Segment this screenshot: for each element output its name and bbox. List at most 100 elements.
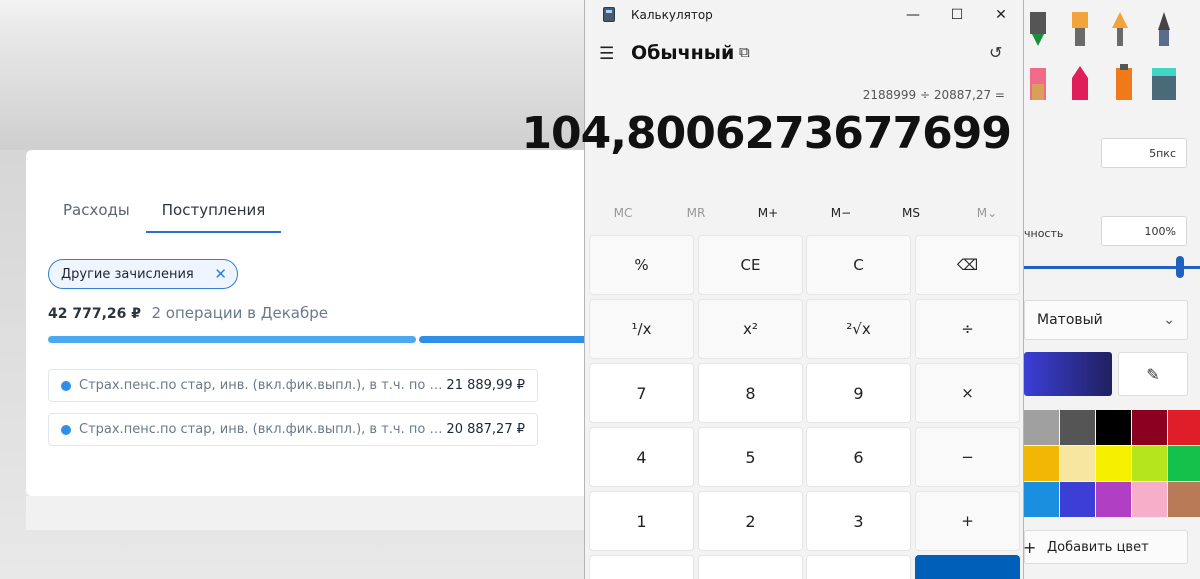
clear-button[interactable]: C — [806, 235, 911, 295]
key-2-button[interactable]: 2 — [698, 491, 803, 551]
tab-expenses[interactable]: Расходы — [63, 201, 130, 233]
expression: 2188999 ÷ 20887,27 = — [862, 88, 1005, 102]
close-button[interactable]: ✕ — [981, 3, 1021, 27]
palette-swatch[interactable] — [1132, 482, 1167, 517]
backspace-button[interactable]: ⌫ — [915, 235, 1020, 295]
key-5-button[interactable]: 5 — [698, 427, 803, 487]
reciprocal-button[interactable]: ¹∕x — [589, 299, 694, 359]
palette-swatch[interactable] — [1096, 410, 1131, 445]
palette-swatch[interactable] — [1096, 446, 1131, 481]
crayon-icon[interactable] — [1072, 66, 1088, 100]
operation-description: Страх.пенс.по стар, инв. (вкл.фик.выпл.)… — [79, 422, 443, 437]
palette-swatch[interactable] — [1024, 410, 1059, 445]
ce-button[interactable]: CE — [698, 235, 803, 295]
plus-icon: + — [1023, 537, 1037, 557]
add-color-label: Добавить цвет — [1047, 539, 1149, 555]
key-6-button[interactable]: 6 — [806, 427, 911, 487]
marker-icon[interactable] — [1030, 68, 1046, 100]
summary-amount: 42 777,26 ₽ — [48, 306, 141, 322]
palette-swatch[interactable] — [1096, 482, 1131, 517]
decimal-button[interactable] — [806, 555, 911, 579]
calligraphy-pen-icon[interactable] — [1030, 12, 1046, 46]
memory-list-button[interactable]: M⌄ — [951, 206, 1023, 220]
palette-swatch[interactable] — [1168, 410, 1200, 445]
texture-select-value: Матовый — [1037, 312, 1103, 328]
spray-icon[interactable] — [1116, 64, 1132, 100]
filter-chip-label: Другие зачисления — [61, 266, 194, 282]
palette-swatch[interactable] — [1132, 410, 1167, 445]
brush-tools — [1030, 12, 1176, 100]
mr-button[interactable]: MR — [660, 206, 732, 220]
palette-swatch[interactable] — [1168, 446, 1200, 481]
brush-icon[interactable] — [1072, 12, 1088, 46]
operation-description: Страх.пенс.по стар, инв. (вкл.фик.выпл.)… — [79, 378, 443, 393]
mc-button[interactable]: MC — [587, 206, 659, 220]
calculator-window: Калькулятор — ☐ ✕ ☰ Обычный ⧉ ↺ 2188999 … — [521, 0, 1024, 579]
opacity-slider[interactable] — [1022, 266, 1200, 269]
palette-swatch[interactable] — [1168, 482, 1200, 517]
key-7-button[interactable]: 7 — [589, 363, 694, 423]
chevron-down-icon: ⌄ — [1163, 312, 1175, 328]
palette-swatch[interactable] — [1024, 446, 1059, 481]
add-button[interactable]: + — [915, 491, 1020, 551]
subtract-button[interactable]: − — [915, 427, 1020, 487]
income-tabs: Расходы Поступления — [63, 201, 313, 233]
sqrt-button[interactable]: ²√x — [806, 299, 911, 359]
history-icon[interactable]: ↺ — [989, 43, 1002, 62]
size-input[interactable]: 5пкс — [1101, 138, 1187, 168]
browser-background — [0, 0, 600, 150]
eyedropper-icon[interactable]: ✎ — [1118, 352, 1188, 396]
palette-swatch[interactable] — [1060, 410, 1095, 445]
card-footer — [26, 496, 606, 530]
progress-segment — [419, 336, 589, 343]
hamburger-menu-icon[interactable]: ☰ — [599, 44, 614, 64]
m-minus-button[interactable]: M− — [805, 206, 877, 220]
summary-operations: 2 операции в Декабре — [151, 304, 328, 322]
progress-segment — [48, 336, 416, 343]
key-0-button[interactable] — [698, 555, 803, 579]
square-button[interactable]: x² — [698, 299, 803, 359]
operation-amount: 21 889,99 ₽ — [446, 378, 525, 393]
list-item[interactable]: Страх.пенс.по стар, инв. (вкл.фик.выпл.)… — [48, 413, 538, 446]
window-title: Калькулятор — [631, 8, 713, 22]
income-summary: 42 777,26 ₽ 2 операции в Декабре — [48, 304, 328, 322]
ms-button[interactable]: MS — [875, 206, 947, 220]
filter-chip[interactable]: Другие зачисления ✕ — [48, 259, 238, 289]
maximize-button[interactable]: ☐ — [937, 3, 977, 27]
palette-swatch[interactable] — [1060, 446, 1095, 481]
add-color-button[interactable]: + Добавить цвет — [1023, 530, 1188, 564]
multiply-button[interactable]: × — [915, 363, 1020, 423]
title-bar[interactable]: Калькулятор — ☐ ✕ — [585, 0, 1023, 30]
operation-amount: 20 887,27 ₽ — [446, 422, 525, 437]
palette-swatch[interactable] — [1060, 482, 1095, 517]
key-3-button[interactable]: 3 — [806, 491, 911, 551]
slider-handle[interactable] — [1176, 256, 1184, 278]
paintbrush-icon[interactable] — [1112, 12, 1128, 46]
current-color[interactable] — [1024, 352, 1112, 396]
palette-swatch[interactable] — [1024, 482, 1059, 517]
calculator-icon — [603, 7, 615, 22]
keep-on-top-icon[interactable]: ⧉ — [739, 43, 750, 61]
key-4-button[interactable]: 4 — [589, 427, 694, 487]
m-plus-button[interactable]: M+ — [732, 206, 804, 220]
pencil-icon[interactable] — [1158, 12, 1170, 46]
result-display: 104,8006273677699 — [521, 108, 1012, 159]
negate-button[interactable] — [589, 555, 694, 579]
key-1-button[interactable]: 1 — [589, 491, 694, 551]
calculator-mode: Обычный — [631, 42, 735, 64]
opacity-input[interactable]: 100% — [1101, 216, 1187, 246]
close-icon[interactable]: ✕ — [214, 265, 227, 283]
key-9-button[interactable]: 9 — [806, 363, 911, 423]
key-8-button[interactable]: 8 — [698, 363, 803, 423]
minimize-button[interactable]: — — [893, 3, 933, 27]
equals-button[interactable] — [915, 555, 1020, 579]
tab-income[interactable]: Поступления — [145, 201, 282, 233]
category-dot-icon — [61, 380, 71, 391]
fill-icon[interactable] — [1152, 68, 1176, 100]
texture-select[interactable]: Матовый ⌄ — [1024, 300, 1188, 340]
divide-button[interactable]: ÷ — [915, 299, 1020, 359]
percent-button[interactable]: % — [589, 235, 694, 295]
category-dot-icon — [61, 424, 71, 435]
palette-swatch[interactable] — [1132, 446, 1167, 481]
list-item[interactable]: Страх.пенс.по стар, инв. (вкл.фик.выпл.)… — [48, 369, 538, 402]
